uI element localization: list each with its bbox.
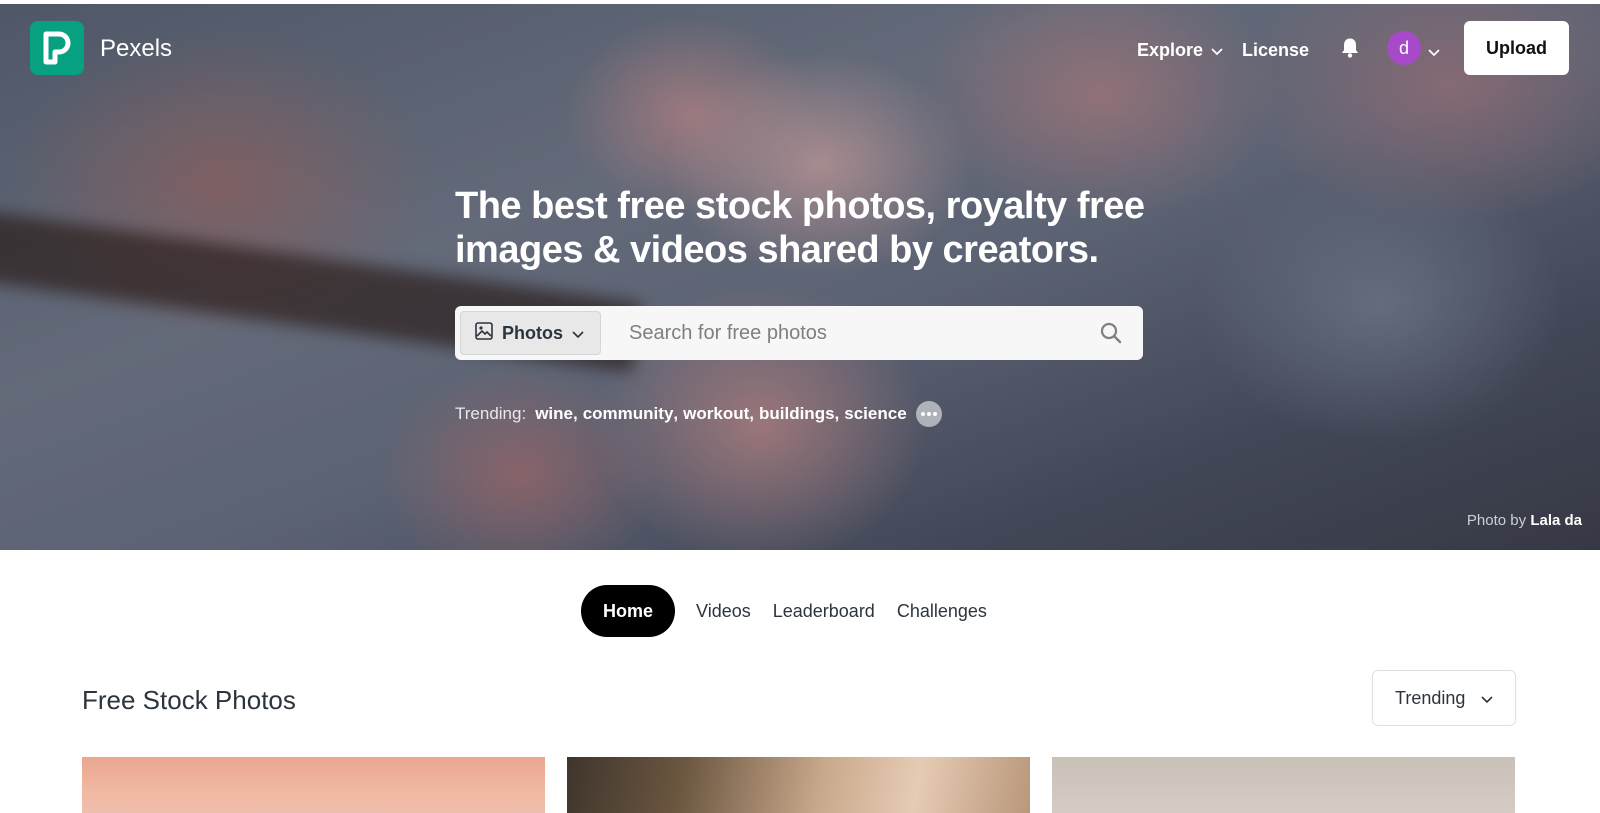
chevron-down-icon (1211, 40, 1223, 61)
image-icon (475, 321, 493, 345)
tab-videos[interactable]: Videos (685, 585, 762, 637)
bell-icon[interactable] (1340, 37, 1360, 64)
nav-explore[interactable]: Explore (1137, 40, 1223, 61)
nav-license[interactable]: License (1242, 40, 1309, 61)
trending-searches: Trending: wine, community, workout, buil… (455, 401, 942, 427)
section-title: Free Stock Photos (82, 685, 296, 715)
photo-thumbnail[interactable] (567, 757, 1030, 813)
sort-select[interactable]: Trending (1372, 670, 1516, 726)
upload-button[interactable]: Upload (1464, 21, 1569, 75)
hero-headline: The best free stock photos, royalty free… (455, 185, 1145, 271)
search-type-select[interactable]: Photos (460, 311, 601, 355)
trending-label: Trending: (455, 404, 527, 423)
photo-thumbnail[interactable] (82, 757, 545, 813)
brand-name[interactable]: Pexels (100, 35, 172, 63)
tab-home[interactable]: Home (581, 585, 676, 637)
tab-challenges[interactable]: Challenges (886, 585, 998, 637)
photo-credit: Photo by Lala da (1467, 512, 1582, 529)
search-icon[interactable] (1099, 321, 1123, 350)
chevron-down-icon (572, 323, 584, 344)
trending-tag[interactable]: workout (683, 404, 749, 424)
trending-tag[interactable]: community (583, 404, 674, 424)
search-type-label: Photos (502, 322, 563, 343)
more-icon[interactable] (915, 401, 942, 427)
nav-explore-label: Explore (1137, 40, 1204, 60)
trending-tag[interactable]: science (844, 404, 906, 424)
search-bar: Photos (455, 306, 1143, 360)
main-tabs: Home Videos Leaderboard Challenges (581, 585, 998, 637)
avatar[interactable]: d (1387, 31, 1421, 65)
chevron-down-icon (1481, 688, 1493, 709)
search-input[interactable] (629, 311, 1079, 355)
photo-thumbnail[interactable] (1052, 757, 1515, 813)
trending-tag[interactable]: buildings (759, 404, 835, 424)
tab-leaderboard[interactable]: Leaderboard (762, 585, 886, 637)
hero-banner: Pexels Explore License d Upload The best… (0, 4, 1600, 550)
photo-credit-prefix: Photo by (1466, 512, 1527, 529)
photo-credit-author[interactable]: Lala da (1530, 512, 1582, 529)
chevron-down-icon[interactable] (1428, 44, 1440, 62)
trending-tag[interactable]: wine (535, 404, 573, 424)
pexels-logo-icon[interactable] (30, 21, 84, 75)
sort-select-label: Trending (1395, 687, 1466, 708)
